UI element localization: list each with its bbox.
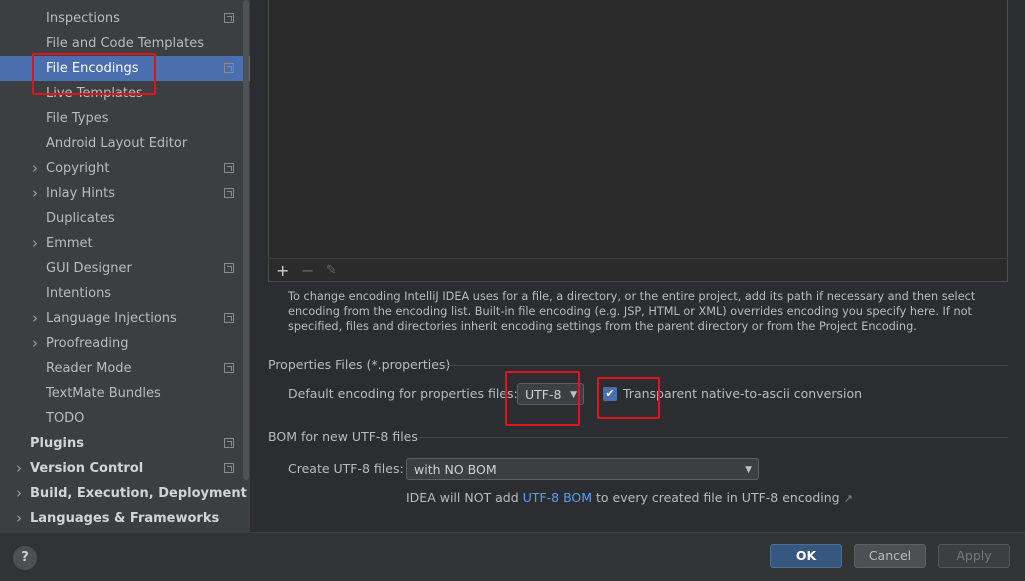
apply-button[interactable]: Apply <box>938 544 1010 568</box>
project-scope-icon <box>224 63 234 73</box>
sidebar-item-label: Reader Mode <box>46 361 132 376</box>
sidebar-item[interactable]: › Version Control <box>0 456 250 481</box>
create-utf8-value: with NO BOM <box>414 462 497 477</box>
project-scope-icon <box>224 188 234 198</box>
sidebar-item[interactable]: › Emmet <box>0 231 250 256</box>
chevron-right-icon[interactable]: › <box>32 231 42 256</box>
bom-note-prefix: IDEA will NOT add <box>406 490 523 505</box>
sidebar-item-label: Language Injections <box>46 311 177 326</box>
sidebar-item[interactable]: › Language Injections <box>0 306 250 331</box>
chevron-right-icon[interactable]: › <box>32 181 42 206</box>
project-scope-icon <box>224 438 234 448</box>
chevron-right-icon[interactable]: › <box>16 481 26 506</box>
help-button[interactable]: ? <box>13 546 37 570</box>
external-link-icon: ↗ <box>843 492 853 505</box>
sidebar-item[interactable]: Android Layout Editor <box>0 131 250 156</box>
list-toolbar: + − ✎ <box>268 258 1008 283</box>
create-utf8-combo[interactable]: with NO BOM ▼ <box>406 458 759 480</box>
utf8-bom-link[interactable]: UTF-8 BOM <box>523 490 592 505</box>
sidebar-item-label: Duplicates <box>46 211 115 226</box>
properties-section-title: Properties Files (*.properties) <box>268 357 451 372</box>
project-scope-icon <box>224 263 234 273</box>
sidebar-item[interactable]: Intentions <box>0 281 250 306</box>
sidebar-item[interactable]: › Build, Execution, Deployment <box>0 481 250 506</box>
chevron-down-icon: ▼ <box>745 465 752 475</box>
sidebar-item-label: Proofreading <box>46 336 129 351</box>
sidebar-item-label: Emmet <box>46 236 93 251</box>
sidebar-item-label: Inspections <box>46 11 120 26</box>
bom-section-title: BOM for new UTF-8 files <box>268 429 418 444</box>
section-divider <box>418 437 1008 438</box>
sidebar-item-label: Intentions <box>46 286 112 301</box>
sidebar-item[interactable]: Plugins <box>0 431 250 456</box>
project-scope-icon <box>224 163 234 173</box>
remove-icon[interactable]: − <box>301 259 314 283</box>
sidebar-item[interactable]: File Types <box>0 106 250 131</box>
create-utf8-label: Create UTF-8 files: <box>288 461 404 476</box>
project-scope-icon <box>224 313 234 323</box>
cancel-button[interactable]: Cancel <box>854 544 926 568</box>
sidebar-item-label: TODO <box>46 411 85 426</box>
ok-button[interactable]: OK <box>770 544 842 568</box>
chevron-right-icon[interactable]: › <box>16 506 26 531</box>
sidebar-item[interactable]: TODO <box>0 406 250 431</box>
sidebar-item-label: Version Control <box>30 461 144 476</box>
project-scope-icon <box>224 13 234 23</box>
sidebar-item-label: GUI Designer <box>46 261 132 276</box>
sidebar-item-label: Build, Execution, Deployment <box>30 486 247 501</box>
sidebar-item-label: TextMate Bundles <box>46 386 161 401</box>
sidebar-item[interactable]: › Inlay Hints <box>0 181 250 206</box>
help-text: To change encoding IntelliJ IDEA uses fo… <box>288 290 976 333</box>
edit-icon[interactable]: ✎ <box>326 259 337 283</box>
default-encoding-label: Default encoding for properties files: <box>288 386 518 401</box>
sidebar-item[interactable]: TextMate Bundles <box>0 381 250 406</box>
chevron-right-icon[interactable]: › <box>32 306 42 331</box>
chevron-right-icon[interactable]: › <box>16 456 26 481</box>
sidebar-item-label: Languages & Frameworks <box>30 511 220 526</box>
chevron-right-icon[interactable]: › <box>32 331 42 356</box>
sidebar-item-label: Plugins <box>30 436 84 451</box>
annotation-box-default-encoding <box>505 371 580 426</box>
add-icon[interactable]: + <box>276 259 289 283</box>
section-divider <box>445 365 1008 366</box>
sidebar-item-label: File Types <box>46 111 109 126</box>
sidebar-item[interactable]: GUI Designer <box>0 256 250 281</box>
annotation-box-native-ascii <box>597 377 660 419</box>
sidebar-item-label: Inlay Hints <box>46 186 115 201</box>
sidebar-item[interactable]: › Languages & Frameworks <box>0 506 250 531</box>
bom-note: IDEA will NOT add UTF-8 BOM to every cre… <box>406 490 853 505</box>
project-scope-icon <box>224 463 234 473</box>
sidebar-scrollbar[interactable] <box>243 0 249 480</box>
sidebar-item[interactable]: Duplicates <box>0 206 250 231</box>
sidebar-item[interactable]: Inspections <box>0 6 250 31</box>
annotation-box-file-encodings <box>32 53 156 95</box>
file-encodings-list[interactable] <box>268 0 1008 282</box>
sidebar-item-label: Android Layout Editor <box>46 136 188 151</box>
sidebar-item[interactable]: › Copyright <box>0 156 250 181</box>
sidebar-item[interactable]: Reader Mode <box>0 356 250 381</box>
project-scope-icon <box>224 363 234 373</box>
bom-note-suffix: to every created file in UTF-8 encoding <box>592 490 840 505</box>
chevron-right-icon[interactable]: › <box>32 156 42 181</box>
sidebar-item-label: Copyright <box>46 161 110 176</box>
sidebar-item[interactable]: › Proofreading <box>0 331 250 356</box>
